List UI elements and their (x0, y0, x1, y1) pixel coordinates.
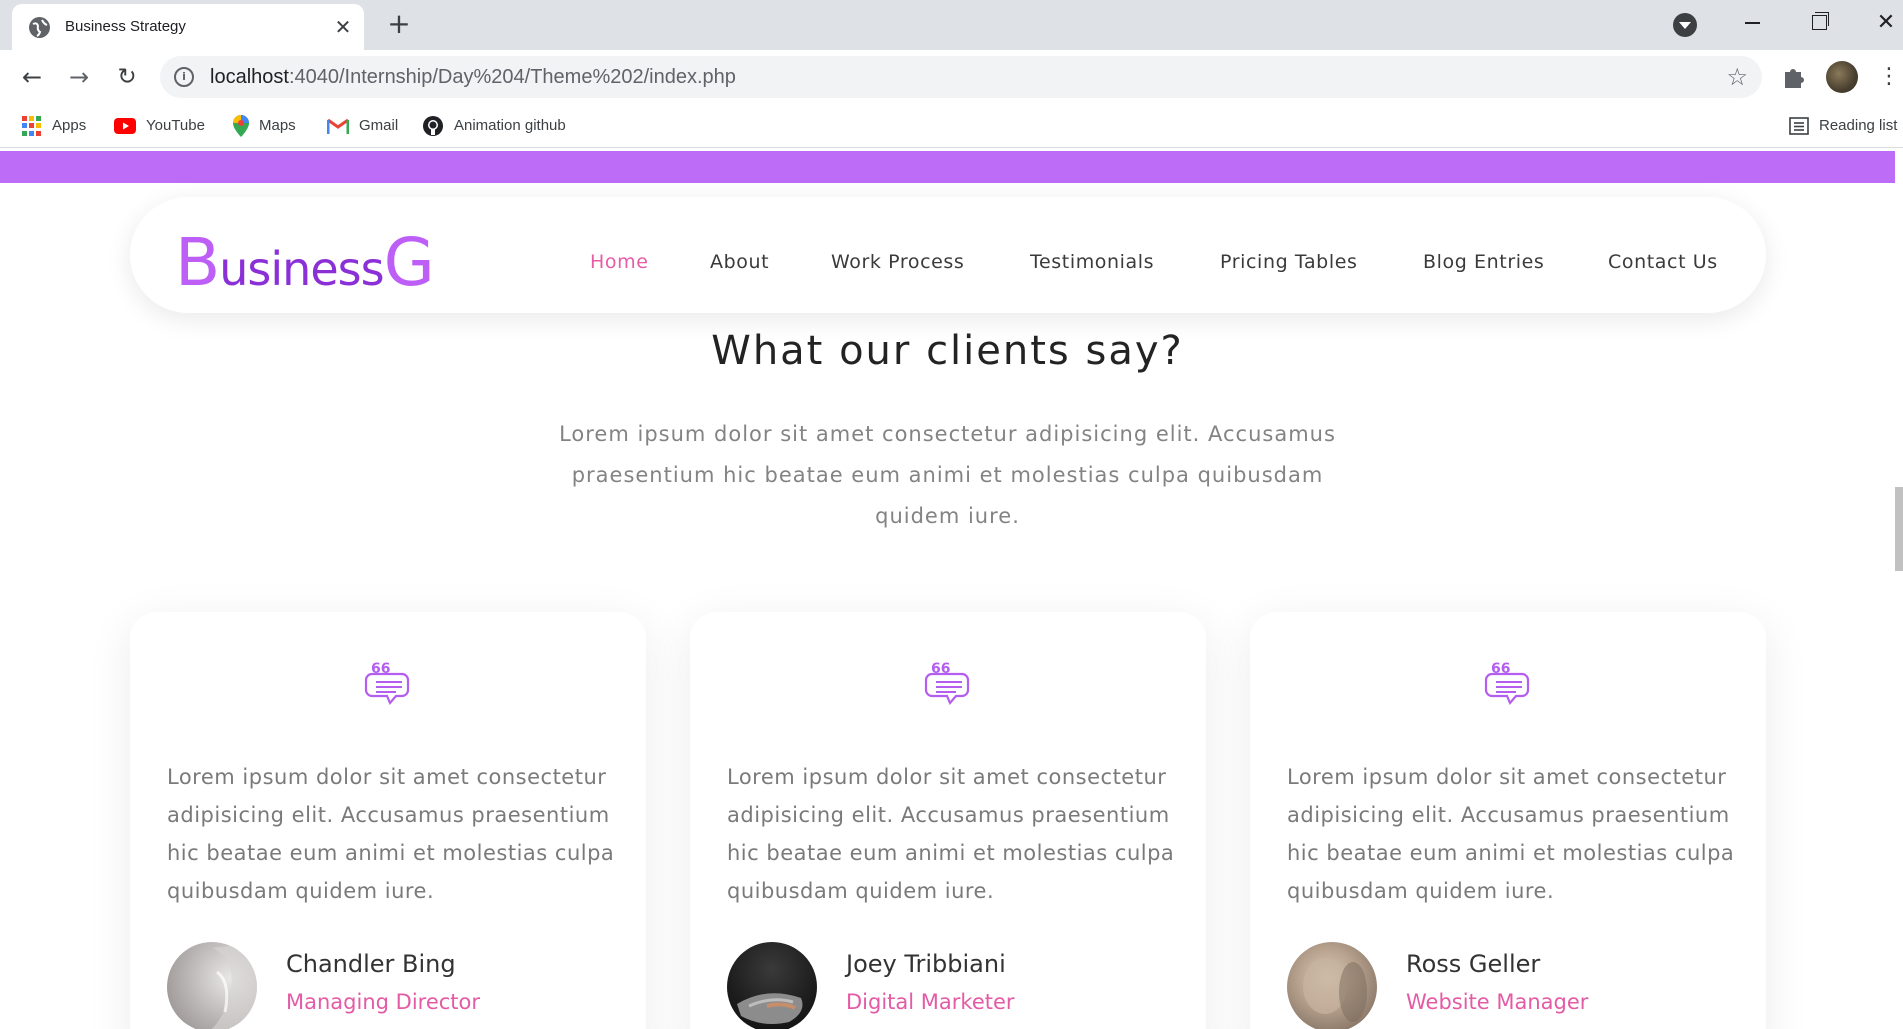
testimonial-card: 66 Lorem ipsum dolor sit amet consectetu… (690, 612, 1206, 1029)
nav-testimonials[interactable]: Testimonials (1030, 251, 1154, 273)
bookmark-github-label: Animation github (454, 117, 566, 134)
github-icon (423, 116, 443, 137)
nav-work-process[interactable]: Work Process (831, 251, 964, 273)
nav-home[interactable]: Home (590, 251, 649, 273)
bookmark-youtube-label: YouTube (146, 117, 205, 134)
testimonial-role: Managing Director (286, 990, 481, 1014)
reading-list-button[interactable]: Reading list (1789, 114, 1897, 138)
nav-pricing-tables[interactable]: Pricing Tables (1220, 251, 1358, 273)
profile-avatar[interactable] (1826, 61, 1858, 93)
avatar (727, 942, 817, 1029)
bookmark-apps[interactable]: Apps (22, 114, 86, 138)
nav-blog-entries[interactable]: Blog Entries (1423, 251, 1544, 273)
reload-icon[interactable]: ↻ (112, 62, 142, 92)
page-scrollbar-thumb[interactable] (1895, 487, 1903, 571)
bookmark-star-icon[interactable]: ☆ (1726, 63, 1748, 91)
testimonials-intro: Lorem ipsum dolor sit amet consectetur a… (559, 422, 1336, 528)
testimonial-quote: Lorem ipsum dolor sit amet consectetur a… (727, 765, 1175, 903)
page-top-accent-bar (0, 151, 1895, 183)
site-info-icon[interactable]: i (174, 67, 194, 87)
site-header: BusinessG Home About Work Process Testim… (130, 197, 1766, 313)
testimonial-name: Joey Tribbiani (846, 950, 1006, 978)
svg-text:66: 66 (931, 661, 950, 677)
browser-menu-icon[interactable]: ⋮ (1878, 63, 1900, 91)
quote-bubble-icon: 66 (364, 661, 410, 706)
testimonial-quote: Lorem ipsum dolor sit amet consectetur a… (1287, 765, 1735, 903)
quote-bubble-icon: 66 (924, 661, 970, 706)
logo-text: usiness (219, 242, 384, 296)
url-host: localhost (210, 66, 289, 88)
reading-list-icon (1789, 117, 1809, 135)
quote-bubble-icon: 66 (1484, 661, 1530, 706)
extensions-puzzle-icon[interactable] (1779, 63, 1807, 91)
logo-letter-b: B (175, 224, 220, 301)
tab-close-icon[interactable]: ✕ (330, 14, 356, 40)
bookmark-gmail[interactable]: Gmail (327, 114, 398, 138)
testimonial-role: Digital Marketer (846, 990, 1015, 1014)
testimonial-quote: Lorem ipsum dolor sit amet consectetur a… (167, 765, 615, 903)
site-logo[interactable]: BusinessG (175, 230, 435, 297)
apps-grid-icon (22, 116, 42, 136)
browser-toolbar: ← → ↻ i localhost:4040/Internship/Day%20… (0, 50, 1903, 104)
new-tab-button[interactable]: + (384, 10, 414, 40)
address-bar[interactable]: i localhost:4040/Internship/Day%204/Them… (160, 56, 1762, 98)
page-viewport: BusinessG Home About Work Process Testim… (0, 149, 1903, 1029)
address-bar-url[interactable]: localhost:4040/Internship/Day%204/Theme%… (210, 66, 736, 89)
url-path: :4040/Internship/Day%204/Theme%202/index… (288, 66, 736, 88)
testimonial-name: Ross Geller (1406, 950, 1541, 978)
nav-about[interactable]: About (710, 251, 769, 273)
window-minimize-button[interactable] (1732, 8, 1772, 38)
window-restore-button[interactable] (1799, 8, 1839, 38)
bookmark-maps-label: Maps (259, 117, 296, 134)
svg-text:66: 66 (371, 661, 390, 677)
tab-title: Business Strategy (65, 18, 186, 35)
bookmarks-bar: Apps YouTube Maps Gmail Animation github… (0, 104, 1903, 148)
avatar (1287, 942, 1377, 1029)
bookmark-gmail-label: Gmail (359, 117, 399, 134)
testimonial-role: Website Manager (1406, 990, 1589, 1014)
tab-search-icon[interactable] (1673, 13, 1697, 37)
logo-letter-g: G (383, 224, 435, 301)
back-arrow-icon[interactable]: ← (17, 62, 47, 92)
nav-contact-us[interactable]: Contact Us (1608, 251, 1718, 273)
maps-pin-icon (233, 115, 249, 138)
bookmark-apps-label: Apps (52, 117, 87, 134)
gmail-icon (327, 118, 349, 135)
testimonial-card: 66 Lorem ipsum dolor sit amet consectetu… (1250, 612, 1766, 1029)
testimonials-title: What our clients say? (711, 328, 1184, 374)
testimonial-name: Chandler Bing (286, 950, 456, 978)
youtube-icon (114, 118, 136, 135)
svg-text:66: 66 (1491, 661, 1510, 677)
window-close-button[interactable]: ✕ (1866, 8, 1903, 38)
avatar (167, 942, 257, 1029)
browser-tabstrip: Business Strategy ✕ + ✕ (0, 0, 1903, 50)
bookmark-youtube[interactable]: YouTube (114, 114, 205, 138)
bookmark-github[interactable]: Animation github (422, 114, 566, 138)
globe-icon (29, 17, 50, 38)
bookmark-maps[interactable]: Maps (233, 114, 296, 138)
reading-list-label: Reading list (1819, 117, 1898, 134)
forward-arrow-icon[interactable]: → (64, 62, 94, 92)
browser-tab-active[interactable]: Business Strategy ✕ (12, 4, 364, 50)
testimonial-card: 66 Lorem ipsum dolor sit amet consectetu… (130, 612, 646, 1029)
